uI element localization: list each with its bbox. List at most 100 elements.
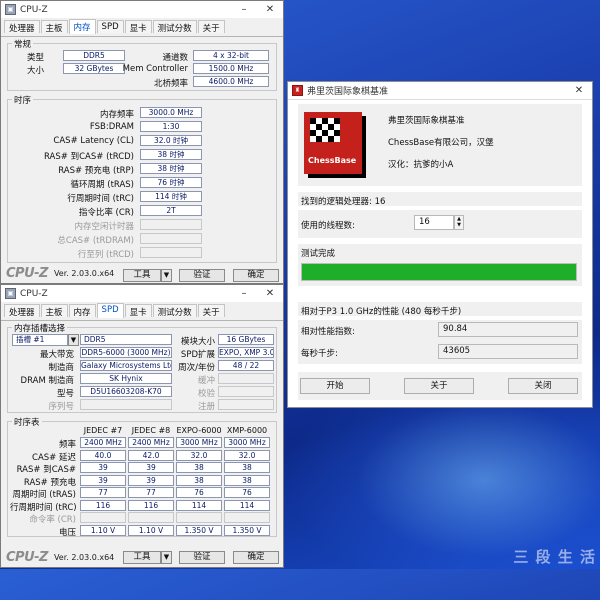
tab-graphics[interactable]: 显卡 [124, 304, 152, 318]
channels-value: 4 x 32-bit [193, 50, 269, 61]
ratio-value: 90.84 [438, 322, 578, 337]
timing-label: 指令比率 (CR) [78, 208, 134, 218]
title-bar[interactable]: ♜ 弗里茨国际象棋基准 ✕ [288, 82, 592, 100]
title-bar[interactable]: ▣ CPU-Z – ✕ [1, 285, 283, 302]
status-section: 测试完成 [298, 244, 582, 286]
performance-section: 相对于P3 1.0 GHz的性能 (480 每秒千步) [298, 302, 582, 317]
start-button[interactable]: 开始 [300, 378, 370, 394]
timing-column-header: JEDEC #7 [83, 426, 123, 435]
tab-mainboard[interactable]: 主板 [40, 304, 68, 318]
results-section: 相对性能指数: 90.84 每秒千步: 43605 [298, 320, 582, 364]
timing-cell: 38 [224, 474, 270, 486]
company-name: ChessBase有限公司，汉堡 [388, 138, 494, 148]
tools-button[interactable]: 工具 [123, 551, 161, 564]
slot-dropdown-icon[interactable]: ▼ [68, 334, 79, 346]
timing-cell: 76 [224, 487, 270, 498]
validate-button[interactable]: 验证 [179, 269, 225, 282]
timing-cell: 1.350 V [224, 524, 270, 536]
cpuz-logo: CPU-Z [6, 549, 48, 565]
close-button[interactable]: 关闭 [508, 378, 578, 394]
close-icon[interactable]: ✕ [257, 288, 283, 299]
tab-processor[interactable]: 处理器 [4, 304, 40, 318]
threads-label: 使用的线程数: [301, 221, 355, 231]
timing-column-header: EXPO-6000 [176, 426, 222, 435]
tab-memory[interactable]: 内存 [68, 304, 96, 318]
app-name: 弗里茨国际象棋基准 [388, 116, 465, 126]
maxbw-value: DDR5-6000 (3000 MHz) [80, 347, 172, 358]
progress-fill [302, 264, 576, 280]
tab-memory[interactable]: 内存 [68, 19, 96, 34]
timing-label: FSB:DRAM [89, 122, 134, 132]
timing-column-header: XMP-6000 [226, 426, 268, 435]
about-button[interactable]: 关于 [404, 378, 474, 394]
tab-bar: 处理器 主板 内存 SPD 显卡 测试分数 关于 [1, 18, 283, 37]
tab-processor[interactable]: 处理器 [4, 20, 40, 34]
timing-label: RAS# 到CAS# (tRCD) [44, 152, 134, 162]
spinner-down-icon[interactable]: ▼ [455, 222, 463, 228]
timing-row-label: 命令率 (CR) [29, 515, 76, 525]
ok-button[interactable]: 确定 [233, 551, 279, 564]
serial-value [80, 399, 172, 410]
nb-value: 4600.0 MHz [193, 76, 269, 87]
tab-bench[interactable]: 测试分数 [152, 20, 197, 34]
cpuz-memory-window: ▣ CPU-Z – ✕ 处理器 主板 内存 SPD 显卡 测试分数 关于 常规 … [0, 0, 284, 284]
tab-about[interactable]: 关于 [197, 304, 225, 318]
kns-label: 每秒千步: [301, 349, 338, 359]
timing-cell: 116 [128, 499, 174, 511]
minimize-icon[interactable]: – [231, 4, 257, 15]
ok-button[interactable]: 确定 [233, 269, 279, 282]
title-bar[interactable]: ▣ CPU-Z – ✕ [1, 1, 283, 18]
tab-spd[interactable]: SPD [96, 20, 124, 33]
timing-value: 38 时钟 [140, 149, 202, 160]
timing-value: 32.0 时钟 [140, 135, 202, 146]
timing-row-label: 电压 [58, 527, 76, 538]
processors-section: 找到的逻辑处理器: 16 [298, 192, 582, 207]
cpuz-app-icon: ▣ [5, 288, 16, 299]
timing-value: 2T [140, 205, 202, 216]
tab-mainboard[interactable]: 主板 [40, 20, 68, 34]
timing-cell: 77 [80, 487, 126, 498]
timing-cell: 38 [224, 462, 270, 473]
timing-label: 循环周期 (tRAS) [70, 180, 134, 190]
minimize-icon[interactable]: – [231, 288, 257, 299]
tab-about[interactable]: 关于 [197, 20, 225, 34]
timing-value: 1:30 [140, 121, 202, 132]
tab-graphics[interactable]: 显卡 [124, 20, 152, 34]
timing-value: 3000.0 MHz [140, 107, 202, 118]
localization-credit: 汉化：抗爹的小A [388, 160, 454, 170]
tools-dropdown-icon[interactable]: ▼ [161, 551, 172, 564]
cpuz-logo: CPU-Z [6, 265, 48, 281]
threads-spinner[interactable]: ▲ ▼ [454, 215, 464, 230]
registered-label: 注册 [197, 402, 215, 412]
type-label: 类型 [26, 53, 44, 63]
timing-cell: 77 [128, 487, 174, 498]
timing-cell: 38 [176, 474, 222, 486]
window-title: 弗里茨国际象棋基准 [307, 87, 389, 97]
timing-cell: 1.10 V [80, 524, 126, 536]
timing-column-header: JEDEC #8 [131, 426, 171, 435]
status-text: 测试完成 [301, 249, 336, 259]
timing-label: 内存空闲计时器 [74, 222, 134, 232]
timing-cell: 39 [128, 462, 174, 473]
timing-cell [176, 512, 222, 523]
maxbw-label: 最大带宽 [39, 350, 74, 360]
close-icon[interactable]: ✕ [257, 4, 283, 15]
memctrl-value: 1500.0 MHz [193, 63, 269, 74]
tools-dropdown-icon[interactable]: ▼ [161, 269, 172, 282]
slot-group-title: 内存插槽选择 [12, 322, 68, 334]
chessbase-logo: ChessBase [304, 112, 366, 178]
tab-spd[interactable]: SPD [96, 303, 124, 318]
slot-select[interactable]: 插槽 #1 [12, 334, 68, 346]
threads-input[interactable]: 16 [414, 215, 454, 230]
close-icon[interactable]: ✕ [566, 85, 592, 96]
cpuz-app-icon: ▣ [5, 4, 16, 15]
timing-row-label: RAS# 到CAS# [16, 465, 76, 475]
validate-button[interactable]: 验证 [179, 551, 225, 564]
version-label: Ver. 2.03.0.x64 [53, 268, 115, 278]
processors-found: 找到的逻辑处理器: 16 [301, 197, 386, 207]
tools-button[interactable]: 工具 [123, 269, 161, 282]
desktop-wallpaper [285, 400, 600, 600]
dram-mfr-value: SK Hynix [80, 373, 172, 384]
tab-bench[interactable]: 测试分数 [152, 304, 197, 318]
model-label: 型号 [56, 389, 74, 399]
